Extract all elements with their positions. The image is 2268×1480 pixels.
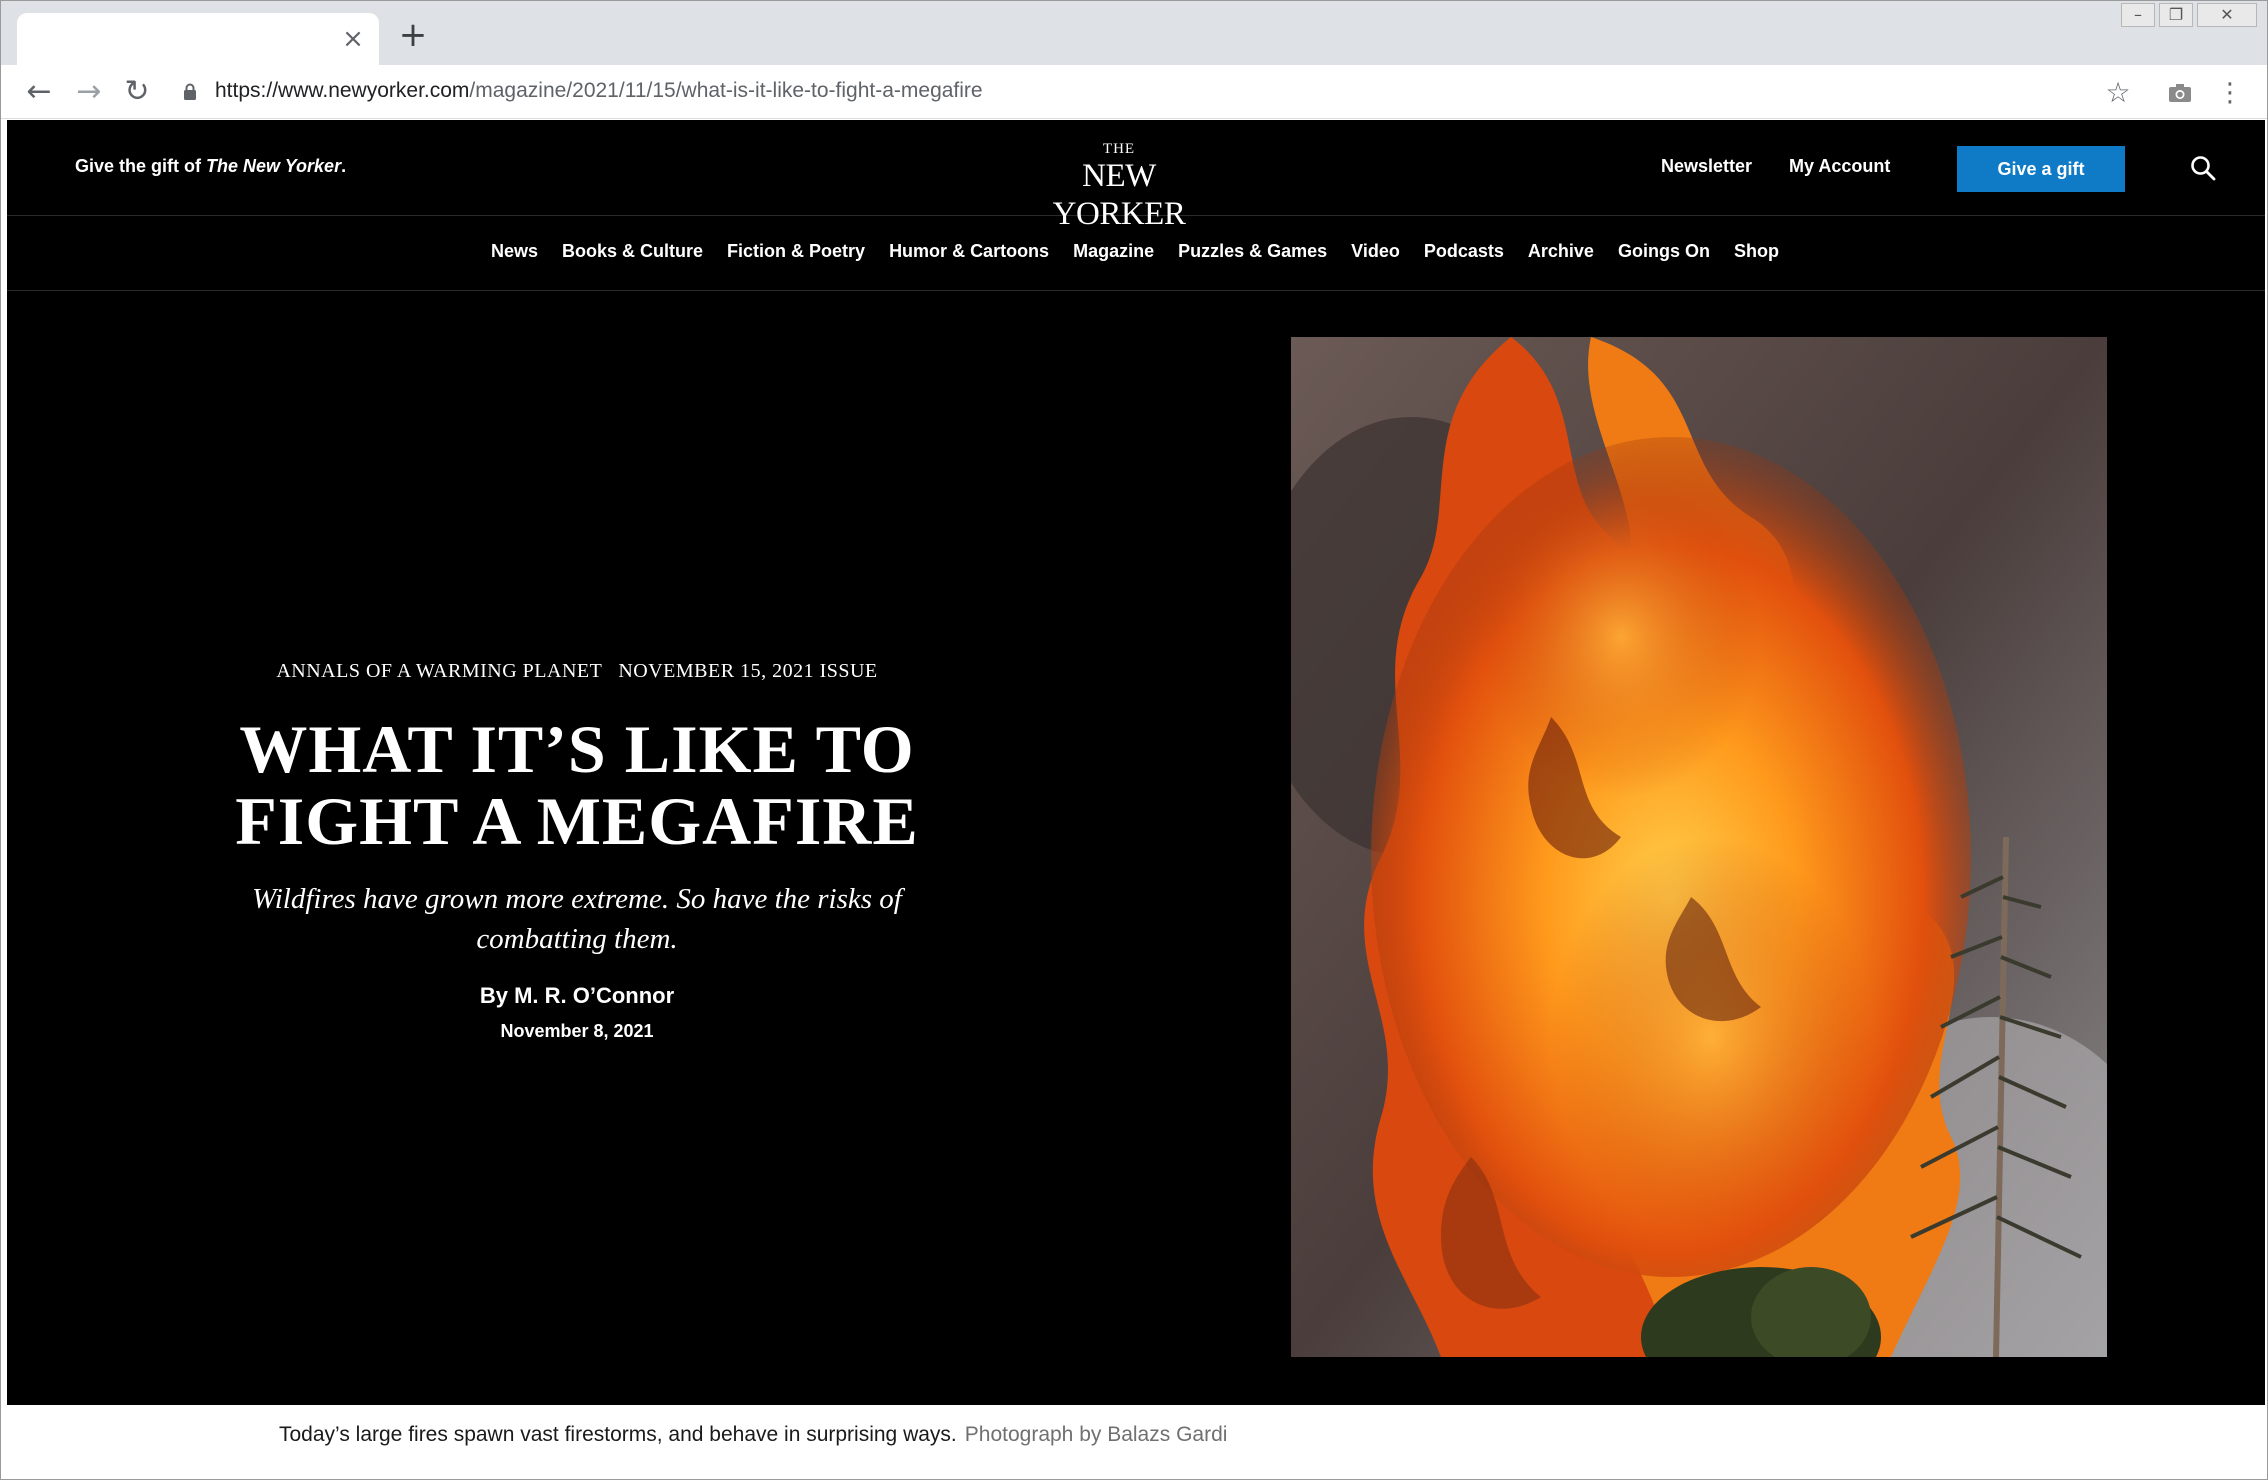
my-account-link[interactable]: My Account	[1789, 156, 1890, 177]
nav-item-humor-cartoons[interactable]: Humor & Cartoons	[889, 241, 1049, 262]
site-header: Give the gift of The New Yorker. THE NEW…	[7, 120, 2265, 233]
search-icon[interactable]	[2189, 154, 2217, 182]
nav-item-magazine[interactable]: Magazine	[1073, 241, 1154, 262]
browser-window: × + – ❐ ✕ ← → ↻ https://www.newyorker.co…	[0, 0, 2268, 1480]
url-text[interactable]: https://www.newyorker.com/magazine/2021/…	[215, 79, 983, 103]
article-byline[interactable]: By M. R. O’Connor	[227, 983, 927, 1009]
nav-item-video[interactable]: Video	[1351, 241, 1400, 262]
article-headline: WHAT IT’S LIKE TO FIGHT A MEGAFIRE	[227, 713, 927, 857]
give-a-gift-button[interactable]: Give a gift	[1957, 146, 2125, 192]
nav-items: News Books & Culture Fiction & Poetry Humor…	[491, 241, 1803, 262]
url-path: /magazine/2021/11/15/what-is-it-like-to-…	[469, 79, 983, 102]
promo-suffix: .	[341, 156, 347, 176]
reload-icon[interactable]: ↻	[119, 75, 155, 109]
photo-credit: Photograph by Balazs Gardi	[964, 1423, 1228, 1446]
nav-item-fiction-poetry[interactable]: Fiction & Poetry	[727, 241, 865, 262]
promo-prefix: Give the gift of	[75, 156, 207, 176]
forward-icon[interactable]: →	[71, 75, 107, 109]
rubric-row: ANNALS OF A WARMING PLANET NOVEMBER 15, 2…	[227, 660, 927, 683]
headline-line-2: FIGHT A MEGAFIRE	[235, 783, 919, 859]
tab-close-icon[interactable]: ×	[339, 25, 367, 53]
new-tab-button[interactable]: +	[397, 18, 429, 52]
newsletter-link[interactable]: Newsletter	[1661, 156, 1752, 177]
photo-caption: Today’s large fires spawn vast firestorm…	[279, 1423, 1227, 1447]
browser-tab[interactable]: ×	[17, 13, 379, 65]
main-nav: News Books & Culture Fiction & Poetry Humor…	[7, 217, 2265, 291]
menu-icon[interactable]: ⋮	[2213, 77, 2247, 109]
camera-icon[interactable]	[2163, 77, 2197, 109]
lead-photo	[1291, 337, 2107, 1357]
nav-item-podcasts[interactable]: Podcasts	[1424, 241, 1504, 262]
rubric-link[interactable]: ANNALS OF A WARMING PLANET	[276, 660, 602, 682]
fire-illustration	[1291, 337, 2107, 1357]
article-date: November 8, 2021	[500, 1021, 654, 1041]
headline-line-1: WHAT IT’S LIKE TO	[239, 711, 915, 787]
star-icon[interactable]: ☆	[2101, 77, 2135, 109]
nav-item-news[interactable]: News	[491, 241, 538, 262]
tab-strip: × + – ❐ ✕	[1, 1, 2267, 65]
minimize-icon[interactable]: –	[2121, 3, 2155, 27]
url-host: https://www.newyorker.com	[215, 79, 470, 102]
nav-item-puzzles-games[interactable]: Puzzles & Games	[1178, 241, 1327, 262]
back-icon[interactable]: ←	[21, 75, 57, 109]
logo-the: THE	[1102, 141, 1136, 157]
address-bar[interactable]: https://www.newyorker.com/magazine/2021/…	[171, 71, 2121, 113]
caption-bar: Today’s large fires spawn vast firestorm…	[7, 1405, 2265, 1478]
nav-item-shop[interactable]: Shop	[1734, 241, 1779, 262]
caption-text: Today’s large fires spawn vast firestorm…	[279, 1423, 957, 1446]
article-hero-text: ANNALS OF A WARMING PLANET NOVEMBER 15, 2…	[227, 660, 927, 1042]
nav-item-archive[interactable]: Archive	[1528, 241, 1594, 262]
page-content: Give the gift of The New Yorker. THE NEW…	[7, 120, 2265, 1478]
article-dek: Wildfires have grown more extreme. So ha…	[252, 883, 902, 955]
lock-icon	[184, 83, 196, 100]
nav-item-goings-on[interactable]: Goings On	[1618, 241, 1710, 262]
promo-italic: The New Yorker	[206, 156, 342, 176]
nav-item-books-culture[interactable]: Books & Culture	[562, 241, 703, 262]
gift-promo-link[interactable]: Give the gift of The New Yorker.	[75, 156, 346, 177]
browser-toolbar: ← → ↻ https://www.newyorker.com/magazine…	[1, 65, 2267, 119]
site-logo[interactable]: THE NEW YORKER	[1039, 141, 1199, 233]
close-icon[interactable]: ✕	[2197, 3, 2257, 27]
issue-link[interactable]: NOVEMBER 15, 2021 ISSUE	[618, 660, 877, 682]
restore-icon[interactable]: ❐	[2159, 3, 2193, 27]
